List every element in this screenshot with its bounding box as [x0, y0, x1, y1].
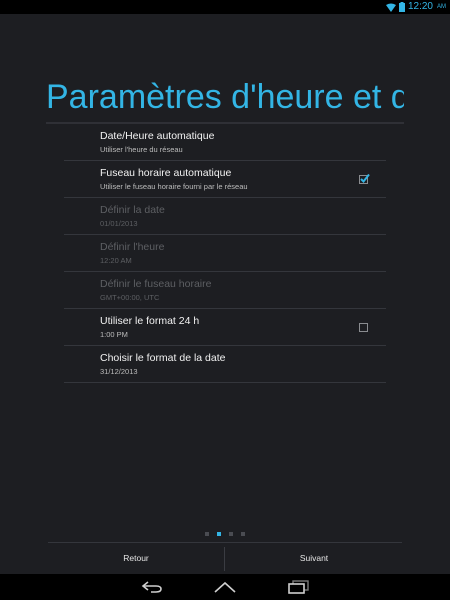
- settings-row-title: Définir l'heure: [100, 241, 165, 253]
- recent-apps-icon[interactable]: [287, 578, 311, 596]
- back-button[interactable]: Retour: [48, 543, 224, 575]
- page-dot-active: [217, 532, 221, 536]
- checkbox-checked[interactable]: [358, 173, 370, 185]
- settings-row: Définir la date 01/01/2013: [64, 198, 386, 235]
- settings-row[interactable]: Choisir le format de la date 31/12/2013: [64, 346, 386, 383]
- bottom-action-bar: Retour Suivant: [48, 542, 402, 575]
- status-bar: 12:20 AM: [0, 0, 450, 14]
- status-bar-right: 12:20 AM: [385, 0, 446, 14]
- settings-row-title: Utiliser le format 24 h: [100, 315, 200, 327]
- settings-row-title: Choisir le format de la date: [100, 352, 226, 364]
- status-clock: 12:20: [407, 1, 433, 12]
- settings-list: Date/Heure automatique Utiliser l'heure d…: [64, 124, 386, 383]
- settings-row-subtitle: Utiliser le fuseau horaire fourni par le…: [100, 182, 248, 191]
- page-indicator: [0, 530, 450, 538]
- wifi-icon: [385, 3, 396, 12]
- action-bar-divider: [224, 547, 225, 571]
- settings-row-title: Définir la date: [100, 204, 165, 216]
- settings-row-subtitle: GMT+00:00, UTC: [100, 293, 160, 302]
- settings-row-subtitle: Utiliser l'heure du réseau: [100, 145, 183, 154]
- settings-row: Définir l'heure 12:20 AM: [64, 235, 386, 272]
- settings-row-subtitle: 01/01/2013: [100, 219, 138, 228]
- settings-row[interactable]: Fuseau horaire automatique Utiliser le fu…: [64, 161, 386, 198]
- settings-row-subtitle: 12:20 AM: [100, 256, 132, 265]
- page-dot: [229, 532, 233, 536]
- settings-row-title: Fuseau horaire automatique: [100, 167, 232, 179]
- checkbox-unchecked[interactable]: [358, 321, 370, 333]
- settings-row-subtitle: 1:00 PM: [100, 330, 128, 339]
- settings-row: Définir le fuseau horaire GMT+00:00, UTC: [64, 272, 386, 309]
- page-dot: [241, 532, 245, 536]
- navigation-bar: [0, 574, 450, 600]
- settings-row-subtitle: 31/12/2013: [100, 367, 138, 376]
- battery-icon: [398, 2, 405, 12]
- page-title: Paramètres d'heure et d: [46, 78, 404, 116]
- next-button[interactable]: Suivant: [226, 543, 402, 575]
- settings-row-title: Définir le fuseau horaire: [100, 278, 212, 290]
- settings-row[interactable]: Utiliser le format 24 h 1:00 PM: [64, 309, 386, 346]
- status-icons: [385, 2, 405, 12]
- settings-row[interactable]: Date/Heure automatique Utiliser l'heure d…: [64, 124, 386, 161]
- page-dot: [205, 532, 209, 536]
- back-nav-icon[interactable]: [140, 578, 164, 596]
- status-ampm: AM: [437, 4, 446, 10]
- settings-row-title: Date/Heure automatique: [100, 130, 215, 142]
- home-nav-icon[interactable]: [213, 578, 237, 596]
